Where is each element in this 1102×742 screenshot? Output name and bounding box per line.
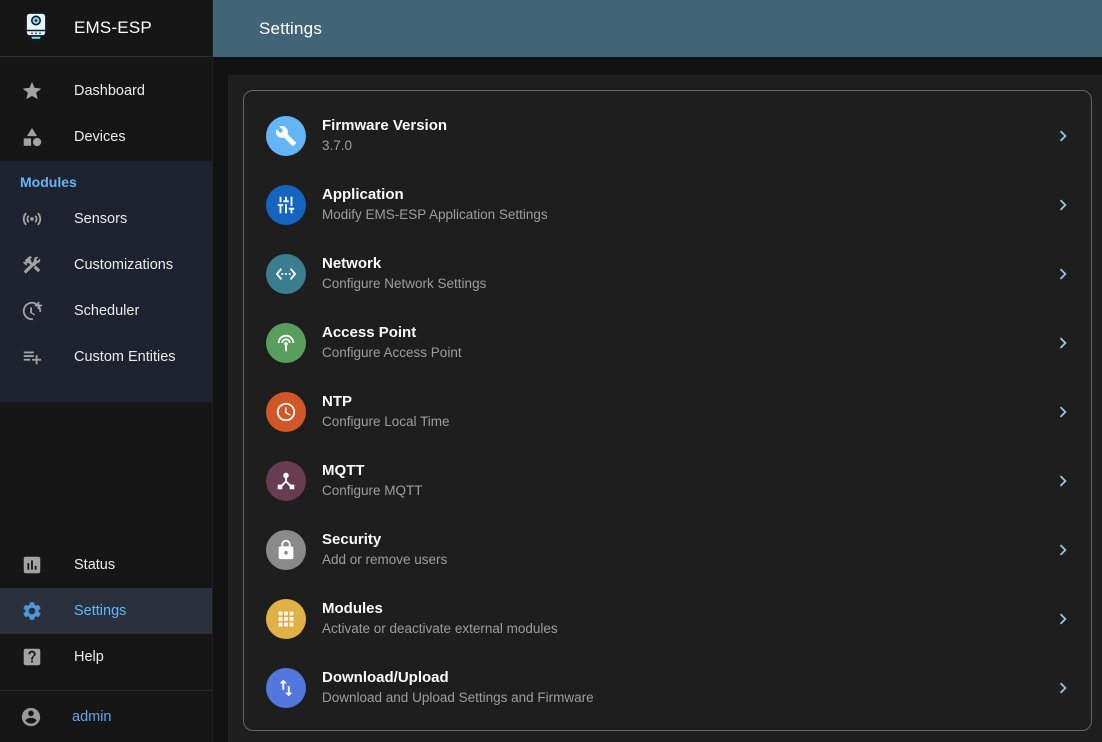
ethernet-icon [266, 254, 306, 294]
sidebar-item-scheduler[interactable]: Scheduler [0, 288, 212, 334]
row-subtitle: 3.7.0 [322, 138, 447, 154]
sidebar-item-sensors[interactable]: Sensors [0, 196, 212, 242]
row-title: Access Point [322, 324, 462, 343]
row-title: Firmware Version [322, 117, 447, 136]
row-title: MQTT [322, 462, 423, 481]
settings-row-application[interactable]: Application Modify EMS-ESP Application S… [244, 170, 1091, 239]
sidebar-item-custom-entities[interactable]: Custom Entities [0, 334, 212, 380]
content-paper: Firmware Version 3.7.0 Application Modif… [228, 75, 1102, 742]
sidebar-item-label: Scheduler [74, 303, 139, 319]
settings-row-mqtt[interactable]: MQTT Configure MQTT [244, 446, 1091, 515]
chevron-right-icon [1051, 469, 1075, 493]
chevron-right-icon [1051, 538, 1075, 562]
row-subtitle: Modify EMS-ESP Application Settings [322, 207, 548, 223]
sidebar-modules-section: Modules Sensors Customizations Scheduler… [0, 161, 212, 402]
sensors-icon [20, 207, 44, 231]
row-subtitle: Configure Access Point [322, 345, 462, 361]
row-title: NTP [322, 393, 450, 412]
sidebar-item-label: Customizations [74, 257, 173, 273]
sidebar-item-customizations[interactable]: Customizations [0, 242, 212, 288]
sidebar-user-admin[interactable]: admin [0, 691, 212, 742]
playlist-add-icon [20, 345, 44, 369]
settings-row-firmware-version[interactable]: Firmware Version 3.7.0 [244, 101, 1091, 170]
app-title: EMS-ESP [74, 18, 152, 38]
row-subtitle: Configure Local Time [322, 414, 450, 430]
modules-section-header: Modules [0, 161, 212, 196]
sidebar: EMS-ESP Dashboard Devices Modules Sensor… [0, 0, 213, 742]
assessment-icon [20, 553, 44, 577]
clock-icon [266, 392, 306, 432]
wrench-icon [266, 116, 306, 156]
import-export-icon [266, 668, 306, 708]
settings-row-access-point[interactable]: Access Point Configure Access Point [244, 308, 1091, 377]
sidebar-item-label: Settings [74, 603, 126, 619]
settings-row-modules[interactable]: Modules Activate or deactivate external … [244, 584, 1091, 653]
app-logo-boiler-icon [20, 10, 52, 46]
sidebar-item-label: Status [74, 557, 115, 573]
settings-menu-list: Firmware Version 3.7.0 Application Modif… [243, 90, 1092, 731]
category-icon [20, 125, 44, 149]
chevron-right-icon [1051, 607, 1075, 631]
apps-icon [266, 599, 306, 639]
row-title: Application [322, 186, 548, 205]
row-title: Download/Upload [322, 669, 594, 688]
sidebar-item-help[interactable]: Help [0, 634, 212, 680]
row-subtitle: Configure MQTT [322, 483, 423, 499]
device-hub-icon [266, 461, 306, 501]
user-name: admin [72, 709, 112, 725]
chevron-right-icon [1051, 331, 1075, 355]
row-title: Security [322, 531, 447, 550]
wifi-tethering-icon [266, 323, 306, 363]
help-icon [20, 645, 44, 669]
tune-icon [266, 185, 306, 225]
row-subtitle: Activate or deactivate external modules [322, 621, 558, 637]
chevron-right-icon [1051, 124, 1075, 148]
sidebar-item-status[interactable]: Status [0, 542, 212, 588]
chevron-right-icon [1051, 676, 1075, 700]
construction-icon [20, 253, 44, 277]
app-header: EMS-ESP [0, 0, 212, 57]
row-title: Modules [322, 600, 558, 619]
sidebar-item-dashboard[interactable]: Dashboard [0, 68, 212, 114]
sidebar-item-label: Dashboard [74, 83, 145, 99]
lock-icon [266, 530, 306, 570]
more-time-icon [20, 299, 44, 323]
sidebar-item-label: Sensors [74, 211, 127, 227]
row-title: Network [322, 255, 486, 274]
sidebar-item-label: Custom Entities [74, 349, 176, 365]
settings-row-download-upload[interactable]: Download/Upload Download and Upload Sett… [244, 653, 1091, 722]
top-app-bar: Settings [213, 0, 1102, 57]
chevron-right-icon [1051, 262, 1075, 286]
settings-row-security[interactable]: Security Add or remove users [244, 515, 1091, 584]
sidebar-item-label: Help [74, 649, 104, 665]
star-icon [20, 79, 44, 103]
page-title: Settings [259, 19, 322, 39]
row-subtitle: Download and Upload Settings and Firmwar… [322, 690, 594, 706]
chevron-right-icon [1051, 400, 1075, 424]
sidebar-item-devices[interactable]: Devices [0, 114, 212, 160]
gear-icon [20, 599, 44, 623]
row-subtitle: Add or remove users [322, 552, 447, 568]
sidebar-item-label: Devices [74, 129, 126, 145]
chevron-right-icon [1051, 193, 1075, 217]
sidebar-item-settings[interactable]: Settings [0, 588, 212, 634]
settings-row-network[interactable]: Network Configure Network Settings [244, 239, 1091, 308]
row-subtitle: Configure Network Settings [322, 276, 486, 292]
main-content: Firmware Version 3.7.0 Application Modif… [213, 57, 1102, 742]
account-circle-icon [20, 706, 42, 728]
settings-row-ntp[interactable]: NTP Configure Local Time [244, 377, 1091, 446]
